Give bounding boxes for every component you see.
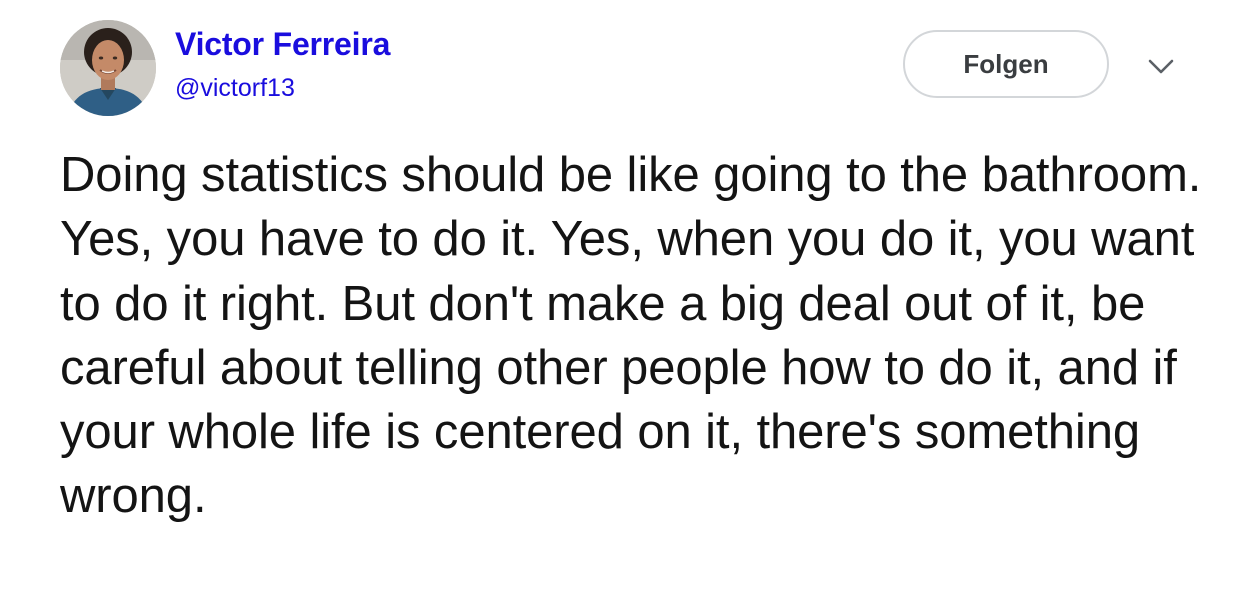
follow-button[interactable]: Folgen: [903, 30, 1109, 98]
author-display-name[interactable]: Victor Ferreira: [175, 26, 390, 63]
chevron-down-icon[interactable]: [1146, 54, 1176, 78]
avatar-portrait-icon: [60, 20, 156, 116]
tweet-text: Doing statistics should be like going to…: [60, 148, 1202, 524]
follow-button-label: Folgen: [963, 48, 1049, 79]
tweet-card: Victor Ferreira @victorf13 Folgen Doing …: [0, 0, 1260, 614]
avatar[interactable]: [60, 20, 156, 116]
author-handle[interactable]: @victorf13: [175, 74, 295, 103]
